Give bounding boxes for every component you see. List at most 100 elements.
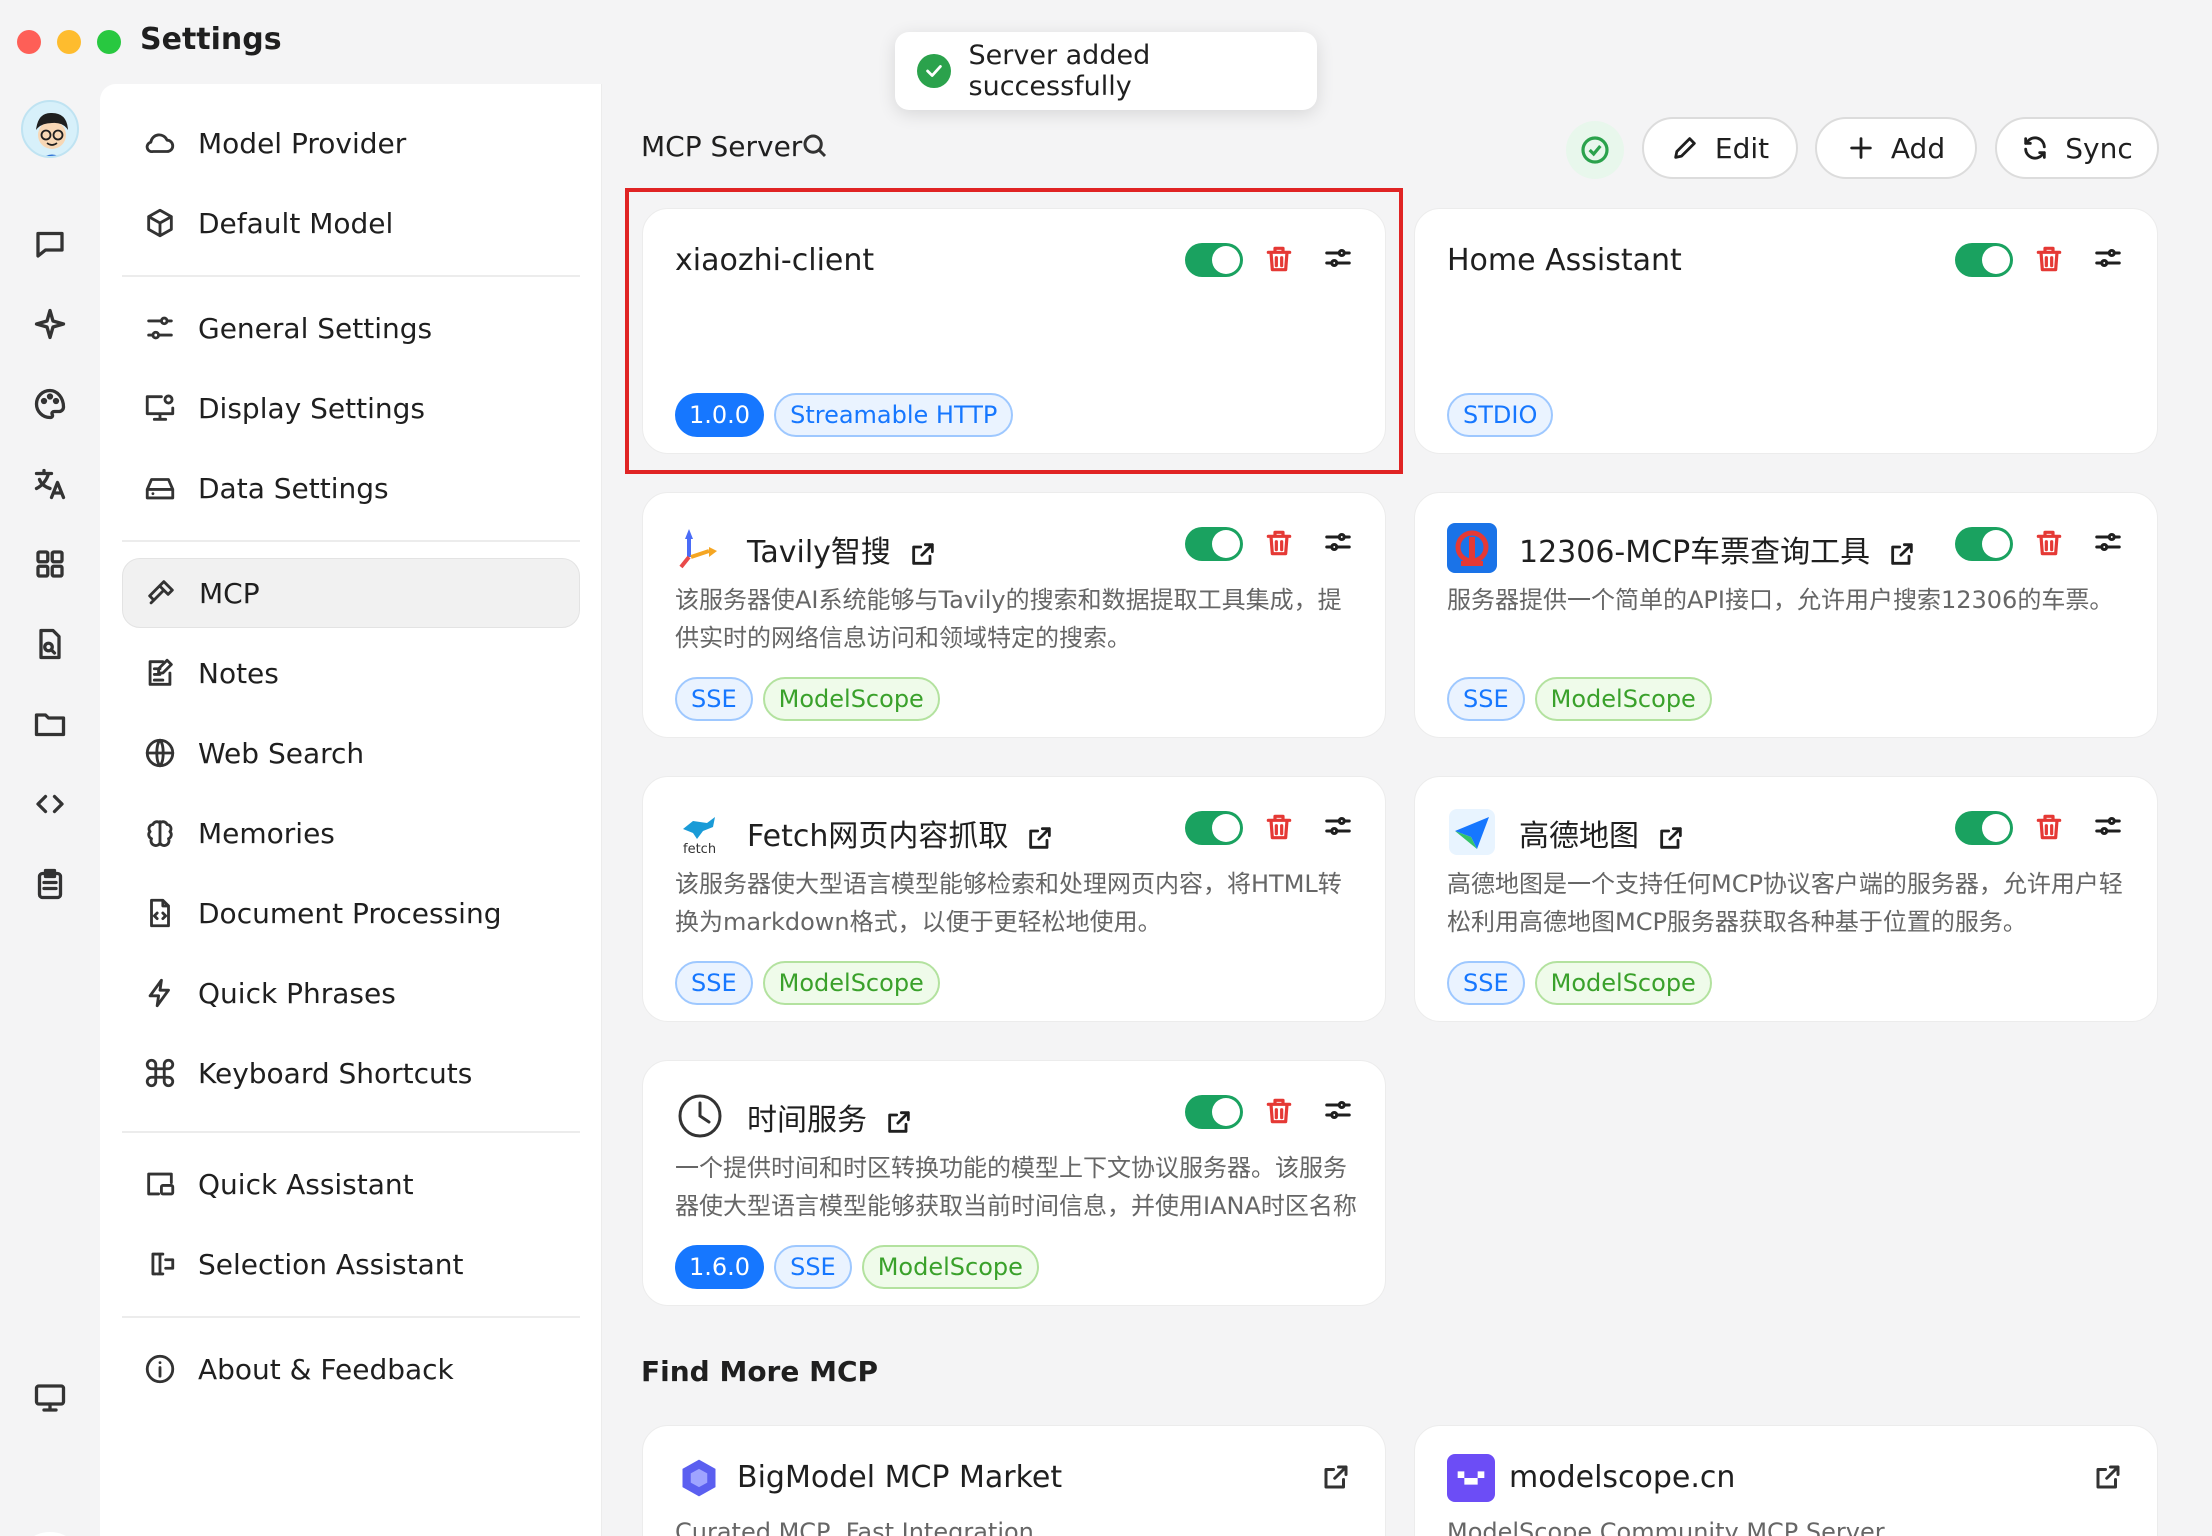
settings-sliders-icon[interactable] [2093, 811, 2127, 845]
server-card-home-assistant[interactable]: Home Assistant STDIO [1414, 208, 2158, 454]
server-enable-toggle[interactable] [1955, 243, 2013, 277]
menu-divider [122, 1131, 580, 1133]
server-card-amap[interactable]: 高德地图 高德地图是一个支持任何MCP协议客户端的服务器，允许用户轻松利用高德地… [1414, 776, 2158, 1022]
external-link-icon[interactable] [1888, 540, 1916, 568]
market-card-modelscope[interactable]: modelscope.cn ModelScope Community MCP S… [1414, 1425, 2158, 1536]
server-card-fetch[interactable]: fetch Fetch网页内容抓取 该服务器使大型语言模型能够检索和处理网页内容… [642, 776, 1386, 1022]
amap-logo-icon [1447, 807, 1497, 857]
clipboard-icon[interactable] [26, 860, 74, 908]
folder-icon[interactable] [26, 700, 74, 748]
trash-icon[interactable] [2033, 243, 2067, 277]
server-card-time-service[interactable]: 时间服务 一个提供时间和时区转换功能的模型上下文协议服务器。该服务器使大型语言模… [642, 1060, 1386, 1306]
command-icon [142, 1055, 178, 1091]
minimize-window-button[interactable] [57, 30, 81, 54]
fetch-logo-icon: fetch [675, 807, 725, 857]
globe-icon [142, 735, 178, 771]
server-name: 时间服务 [747, 1103, 867, 1138]
app-rail [0, 84, 100, 1536]
close-window-button[interactable] [17, 30, 41, 54]
external-link-icon[interactable] [1321, 1462, 1351, 1492]
sliders-icon [142, 310, 178, 346]
server-enable-toggle[interactable] [1955, 811, 2013, 845]
server-name-row: Tavily智搜 [747, 527, 937, 571]
external-link-icon[interactable] [909, 540, 937, 568]
server-description: 高德地图是一个支持任何MCP协议客户端的服务器，允许用户轻松利用高德地图MCP服… [1447, 870, 2123, 936]
settings-sliders-icon[interactable] [1323, 527, 1357, 561]
edit-button[interactable]: Edit [1642, 117, 1798, 179]
source-tag: ModelScope [1534, 677, 1712, 721]
menu-item-model-provider[interactable]: Model Provider [122, 108, 580, 178]
menu-item-label: Document Processing [198, 896, 502, 930]
server-card-tavily[interactable]: Tavily智搜 该服务器使AI系统能够与Tavily的搜索和数据提取工具集成，… [642, 492, 1386, 738]
menu-item-memories[interactable]: Memories [122, 798, 580, 868]
menu-item-keyboard-shortcuts[interactable]: Keyboard Shortcuts [122, 1038, 580, 1108]
menu-item-selection-assistant[interactable]: Selection Assistant [122, 1229, 580, 1299]
sync-button[interactable]: Sync [1995, 117, 2159, 179]
external-link-icon[interactable] [1026, 824, 1054, 852]
server-name-row: 时间服务 [747, 1095, 913, 1139]
server-enable-toggle[interactable] [1185, 527, 1243, 561]
menu-item-default-model[interactable]: Default Model [122, 188, 580, 258]
menu-item-document-processing[interactable]: Document Processing [122, 878, 580, 948]
code-icon[interactable] [26, 780, 74, 828]
external-link-icon[interactable] [2093, 1462, 2123, 1492]
apps-icon[interactable] [26, 540, 74, 588]
menu-item-label: Model Provider [198, 126, 407, 160]
market-card-bigmodel[interactable]: BigModel MCP Market Curated MCP, Fast In… [642, 1425, 1386, 1536]
menu-divider [122, 275, 580, 277]
menu-item-notes[interactable]: Notes [122, 638, 580, 708]
menu-item-web-search[interactable]: Web Search [122, 718, 580, 788]
trash-icon[interactable] [1263, 527, 1297, 561]
menu-item-about-feedback[interactable]: About & Feedback [122, 1334, 580, 1404]
menu-item-data-settings[interactable]: Data Settings [122, 453, 580, 523]
check-status-button[interactable] [1566, 121, 1624, 179]
palette-icon[interactable] [26, 380, 74, 428]
server-name: Home Assistant [1447, 243, 1682, 278]
server-enable-toggle[interactable] [1185, 1095, 1243, 1129]
sparkle-icon[interactable] [26, 300, 74, 348]
doc-search-icon[interactable] [26, 620, 74, 668]
version-tag: 1.6.0 [675, 1245, 765, 1289]
menu-item-general-settings[interactable]: General Settings [122, 293, 580, 363]
menu-item-mcp[interactable]: MCP [122, 558, 580, 628]
cube-icon [142, 205, 178, 241]
menu-item-label: Web Search [198, 736, 365, 770]
menu-item-quick-assistant[interactable]: Quick Assistant [122, 1149, 580, 1219]
chat-icon[interactable] [26, 220, 74, 268]
trash-icon[interactable] [2033, 811, 2067, 845]
menu-item-label: About & Feedback [198, 1352, 454, 1386]
source-tag: ModelScope [762, 961, 940, 1005]
server-tags: SSE ModelScope [675, 677, 940, 721]
external-link-icon[interactable] [1657, 824, 1685, 852]
info-icon [142, 1351, 178, 1387]
highlight-box [625, 188, 1403, 474]
server-enable-toggle[interactable] [1955, 527, 2013, 561]
menu-item-display-settings[interactable]: Display Settings [122, 373, 580, 443]
zoom-window-button[interactable] [97, 30, 121, 54]
server-card-12306[interactable]: 12306-MCP车票查询工具 服务器提供一个简单的API接口，允许用户搜索12… [1414, 492, 2158, 738]
trash-icon[interactable] [1263, 1095, 1297, 1129]
sync-button-label: Sync [2065, 131, 2133, 165]
transport-tag: SSE [774, 1245, 852, 1289]
add-button[interactable]: Add [1815, 117, 1977, 179]
menu-item-quick-phrases[interactable]: Quick Phrases [122, 958, 580, 1028]
server-description: 服务器提供一个简单的API接口，允许用户搜索12306的车票。 [1447, 586, 2114, 614]
menu-divider [122, 1316, 580, 1318]
translate-icon[interactable] [26, 460, 74, 508]
monitor-icon[interactable] [26, 1374, 74, 1422]
trash-icon[interactable] [2033, 527, 2067, 561]
add-button-label: Add [1890, 131, 1946, 165]
external-link-icon[interactable] [885, 1108, 913, 1136]
trash-icon[interactable] [1263, 811, 1297, 845]
settings-sliders-icon[interactable] [2093, 527, 2127, 561]
plus-icon [1850, 137, 1872, 159]
settings-icon[interactable] [16, 1532, 84, 1536]
server-name: Tavily智搜 [747, 535, 891, 570]
avatar[interactable] [21, 100, 79, 158]
settings-sliders-icon[interactable] [1323, 1095, 1357, 1129]
settings-sliders-icon[interactable] [1323, 811, 1357, 845]
settings-sliders-icon[interactable] [2093, 243, 2127, 277]
search-icon[interactable] [800, 131, 830, 161]
cloud-icon [142, 125, 178, 161]
server-enable-toggle[interactable] [1185, 811, 1243, 845]
